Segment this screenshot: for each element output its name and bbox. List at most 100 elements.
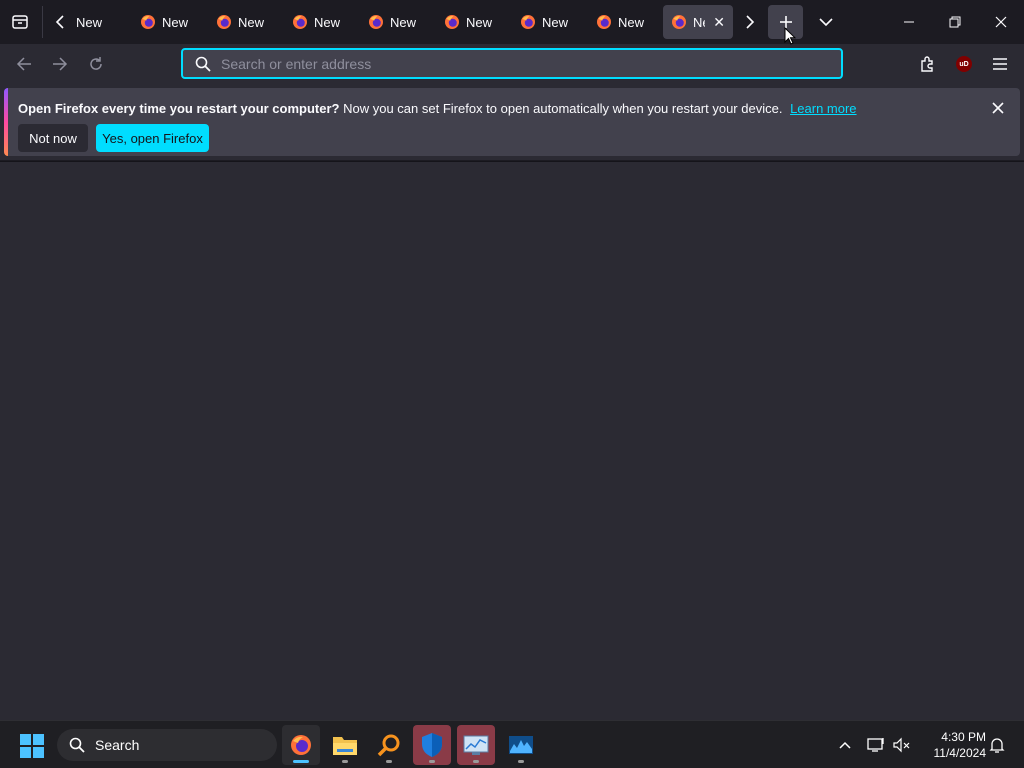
tab[interactable]: Ne ✕ — [663, 5, 733, 39]
notification-accent — [4, 88, 8, 156]
tab[interactable]: New — [284, 5, 348, 39]
forward-button[interactable] — [46, 50, 74, 78]
tab[interactable]: New — [208, 5, 272, 39]
windows-logo-tile — [20, 734, 31, 745]
volume-muted-icon — [893, 737, 910, 753]
bell-icon — [989, 738, 1005, 753]
reload-icon — [90, 57, 102, 70]
tab-label: Ne — [693, 14, 705, 30]
firefox-icon — [293, 15, 307, 29]
tab[interactable]: New — [132, 5, 196, 39]
notification-body: Now you can set Firefox to open automati… — [343, 101, 783, 116]
close-icon — [995, 16, 1007, 28]
show-hidden-icons-button[interactable] — [832, 721, 858, 768]
windows-logo-tile — [20, 747, 31, 758]
firefox-view-icon[interactable] — [2, 4, 38, 40]
tab[interactable]: New — [68, 5, 110, 39]
tab-label: New — [390, 14, 417, 30]
back-button[interactable] — [10, 50, 38, 78]
taskbar-search-app[interactable] — [370, 725, 408, 765]
network-status[interactable] — [864, 721, 888, 768]
start-button[interactable] — [20, 734, 44, 758]
learn-more-link[interactable]: Learn more — [790, 101, 856, 116]
taskbar-control-panel[interactable] — [457, 725, 495, 765]
minimize-button[interactable] — [886, 0, 932, 44]
active-indicator — [293, 760, 309, 763]
tab-label: New — [466, 14, 493, 30]
close-window-button[interactable] — [978, 0, 1024, 44]
tab-label: New — [618, 14, 645, 30]
taskbar-search[interactable]: Search — [57, 729, 277, 761]
volume-status[interactable] — [890, 721, 914, 768]
url-bar[interactable] — [181, 48, 843, 79]
separator — [42, 6, 43, 38]
magnifier-icon — [377, 734, 400, 757]
tab-label: New — [76, 14, 103, 30]
notifications-button[interactable] — [986, 721, 1008, 768]
chevron-up-icon — [839, 741, 851, 749]
search-icon — [69, 737, 85, 753]
network-icon — [867, 738, 884, 752]
taskbar-file-explorer[interactable] — [326, 725, 364, 765]
firefox-icon — [217, 15, 231, 29]
restore-button[interactable] — [932, 0, 978, 44]
folder-icon — [333, 737, 357, 755]
extensions-button[interactable] — [914, 50, 942, 78]
list-all-tabs-icon[interactable] — [808, 4, 844, 40]
firefox-icon — [291, 735, 311, 755]
mouse-cursor-icon — [784, 27, 796, 45]
tab-label: New — [238, 14, 265, 30]
taskbar-clock[interactable]: 4:30 PM 11/4/2024 — [920, 729, 987, 761]
clock-date: 11/4/2024 — [933, 746, 987, 760]
windows-taskbar: Search 4:30 PM 11/4/2024 — [0, 720, 1024, 768]
tab-close-button[interactable]: ✕ — [713, 14, 725, 31]
reload-button[interactable] — [82, 50, 110, 78]
tab-label: New — [162, 14, 189, 30]
tab-label: New — [314, 14, 341, 30]
clock-time: 4:30 PM — [941, 730, 986, 744]
firefox-icon — [597, 15, 611, 29]
windows-logo-tile — [33, 734, 44, 745]
notification-area: Open Firefox every time you restart your… — [0, 84, 1024, 160]
restore-icon — [949, 16, 961, 28]
tab-label: New — [542, 14, 569, 30]
app-menu-button[interactable] — [986, 50, 1014, 78]
taskbar-resource-monitor[interactable] — [502, 725, 540, 765]
monitor-chart-icon — [463, 735, 489, 755]
running-indicator — [473, 760, 479, 763]
hamburger-menu-icon — [993, 58, 1007, 70]
url-input[interactable] — [221, 55, 801, 72]
scroll-tabs-right-icon[interactable] — [732, 4, 766, 40]
search-icon — [195, 56, 211, 72]
ublock-origin-button[interactable]: uD — [950, 50, 978, 78]
notification-close-button[interactable] — [986, 96, 1010, 120]
back-arrow-icon — [16, 57, 31, 71]
tab[interactable]: New — [588, 5, 652, 39]
tab[interactable]: New — [436, 5, 500, 39]
minimize-icon — [904, 21, 914, 23]
close-icon — [992, 102, 1004, 114]
activity-graph-icon — [509, 736, 533, 754]
puzzle-icon — [921, 56, 933, 72]
firefox-icon — [672, 15, 686, 29]
tab[interactable]: New — [360, 5, 424, 39]
taskbar-security-app[interactable] — [413, 725, 451, 765]
firefox-icon — [521, 15, 535, 29]
navigation-toolbar: uD — [0, 44, 1024, 84]
screen: New New New New New New New New Ne ✕ — [0, 0, 1024, 768]
forward-arrow-icon — [53, 57, 68, 71]
running-indicator — [518, 760, 524, 763]
notification-message: Open Firefox every time you restart your… — [18, 101, 857, 116]
page-content — [0, 161, 1024, 720]
firefox-icon — [369, 15, 383, 29]
ublock-origin-icon: uD — [956, 56, 972, 72]
running-indicator — [429, 760, 435, 763]
not-now-button[interactable]: Not now — [18, 124, 88, 152]
yes-open-firefox-button[interactable]: Yes, open Firefox — [96, 124, 209, 152]
running-indicator — [342, 760, 348, 763]
taskbar-firefox[interactable] — [282, 725, 320, 765]
firefox-icon — [141, 15, 155, 29]
tab-strip: New New New New New New New New Ne ✕ — [0, 0, 1024, 44]
default-browser-notification: Open Firefox every time you restart your… — [4, 88, 1020, 156]
tab[interactable]: New — [512, 5, 576, 39]
